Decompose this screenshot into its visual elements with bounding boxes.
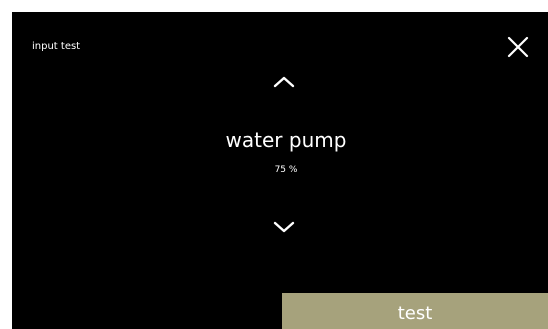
item-value: 75 %	[274, 165, 298, 175]
chevron-up-icon	[273, 76, 295, 88]
item-name: water pump	[225, 128, 347, 152]
previous-item-button[interactable]	[264, 69, 304, 93]
test-button[interactable]: test	[282, 293, 548, 329]
next-item-button[interactable]	[264, 215, 304, 239]
close-icon	[507, 36, 529, 58]
close-button[interactable]	[503, 32, 533, 62]
screen-title: input test	[32, 41, 81, 52]
test-button-label: test	[397, 303, 433, 324]
display-screen: input test water pump 75 % test	[12, 12, 548, 329]
chevron-down-icon	[273, 221, 295, 233]
